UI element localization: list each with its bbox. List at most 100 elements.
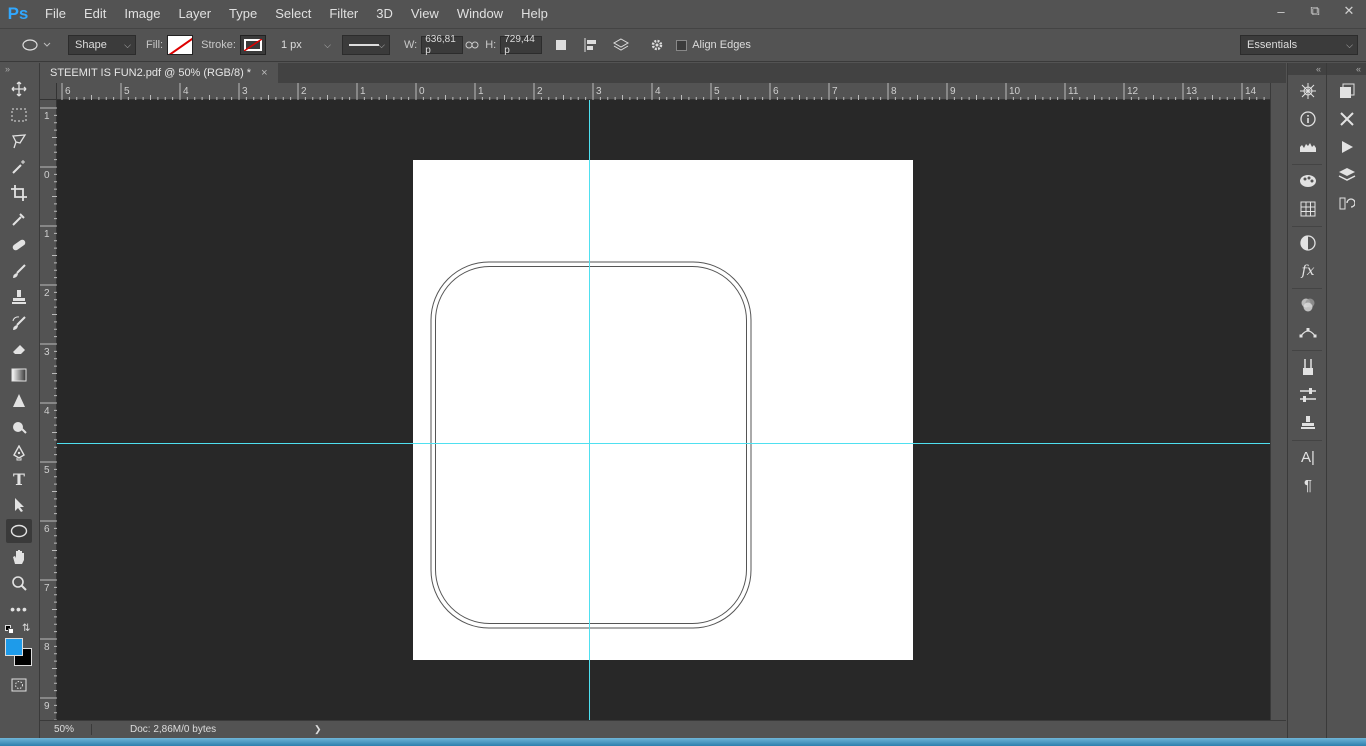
rounded-rectangle-shape[interactable] xyxy=(57,100,1270,720)
panel-collapse-icon[interactable]: « xyxy=(1288,63,1326,75)
stroke-type-select[interactable]: ⌵ xyxy=(341,35,390,55)
blur-tool[interactable] xyxy=(6,389,32,413)
align-edges-checkbox[interactable] xyxy=(676,39,688,51)
quick-mask-button[interactable] xyxy=(6,673,32,697)
menu-window[interactable]: Window xyxy=(448,0,512,28)
crop-tool[interactable] xyxy=(6,181,32,205)
menu-3d[interactable]: 3D xyxy=(367,0,402,28)
ruler-label: 1 xyxy=(44,111,50,122)
horizontal-guide[interactable] xyxy=(57,443,1270,444)
swatches-panel-button[interactable] xyxy=(1295,197,1321,221)
close-window-button[interactable]: ✕ xyxy=(1332,0,1366,22)
align-edges-option[interactable]: Align Edges xyxy=(676,39,751,51)
menu-select[interactable]: Select xyxy=(266,0,320,28)
styles-panel-button[interactable]: fx xyxy=(1295,259,1321,283)
clone-source-panel-button[interactable] xyxy=(1295,411,1321,435)
hand-tool[interactable] xyxy=(6,545,32,569)
history-panel-button[interactable] xyxy=(1334,191,1360,215)
brush-settings-panel-button[interactable] xyxy=(1295,383,1321,407)
panel-separator xyxy=(1292,345,1322,351)
link-dimensions-button[interactable] xyxy=(463,34,481,56)
channels-panel-button[interactable] xyxy=(1295,293,1321,317)
stroke-swatch[interactable] xyxy=(239,35,266,55)
ruler-label: 3 xyxy=(596,86,602,97)
move-tool[interactable] xyxy=(6,77,32,101)
character-panel-button[interactable]: A| xyxy=(1295,445,1321,469)
lasso-tool[interactable] xyxy=(6,129,32,153)
path-arrangement-button[interactable] xyxy=(610,34,632,56)
restore-button[interactable]: ⧉ xyxy=(1298,0,1332,22)
vertical-ruler[interactable]: 1 0 1 2 3 4 5 6 7 8 9 xyxy=(40,100,57,720)
document-tab[interactable]: STEEMIT IS FUN2.pdf @ 50% (RGB/8) * × xyxy=(40,63,278,83)
zoom-level-field[interactable]: 50% xyxy=(40,724,92,735)
type-tool[interactable]: T xyxy=(6,467,32,491)
swap-colors-icon[interactable]: ⇅ xyxy=(22,623,30,634)
brush-tool[interactable] xyxy=(6,259,32,283)
menu-type[interactable]: Type xyxy=(220,0,266,28)
menu-help[interactable]: Help xyxy=(512,0,557,28)
properties-panel-button[interactable] xyxy=(1334,107,1360,131)
dodge-tool[interactable] xyxy=(6,415,32,439)
menu-file[interactable]: File xyxy=(36,0,75,28)
paragraph-panel-button[interactable]: ¶ xyxy=(1295,473,1321,497)
horizontal-ruler[interactable]: 6 5 4 3 2 1 0 1 2 3 4 5 6 7 8 9 10 11 12 13 14 xyxy=(40,83,1270,100)
tool-mode-select[interactable]: Shape ⌵ xyxy=(68,35,136,55)
history-brush-tool[interactable] xyxy=(6,311,32,335)
eyedropper-tool[interactable] xyxy=(6,207,32,231)
edit-toolbar-button[interactable]: ••• xyxy=(6,597,32,621)
path-selection-tool[interactable] xyxy=(6,493,32,517)
adjustments-panel-button[interactable] xyxy=(1295,231,1321,255)
actions-panel-button[interactable] xyxy=(1334,135,1360,159)
height-input[interactable]: 729,44 p xyxy=(500,34,543,56)
vertical-guide[interactable] xyxy=(589,100,590,720)
libraries-icon xyxy=(1340,83,1355,98)
navigator-panel-button[interactable] xyxy=(1295,79,1321,103)
geometry-options-button[interactable] xyxy=(646,34,668,56)
tool-preset-picker[interactable] xyxy=(18,34,54,56)
info-panel-button[interactable] xyxy=(1295,107,1321,131)
ruler-label: 5 xyxy=(44,465,50,476)
foreground-color-swatch[interactable] xyxy=(5,638,23,656)
clone-stamp-tool[interactable] xyxy=(6,285,32,309)
ruler-label: 6 xyxy=(773,86,779,97)
vertical-scrollbar[interactable] xyxy=(1270,83,1286,720)
eraser-tool[interactable] xyxy=(6,337,32,361)
chevron-down-icon: ⌵ xyxy=(1346,40,1353,50)
close-icon[interactable]: × xyxy=(261,67,267,79)
histogram-panel-button[interactable] xyxy=(1295,135,1321,159)
pen-tool[interactable] xyxy=(6,441,32,465)
menu-image[interactable]: Image xyxy=(115,0,169,28)
paths-panel-button[interactable] xyxy=(1295,321,1321,345)
libraries-panel-button[interactable] xyxy=(1334,79,1360,103)
menu-layer[interactable]: Layer xyxy=(170,0,221,28)
zoom-tool[interactable] xyxy=(6,571,32,595)
path-operations-button[interactable] xyxy=(550,34,572,56)
fill-swatch[interactable] xyxy=(167,35,194,55)
ellipse-tool[interactable] xyxy=(6,519,32,543)
layers-panel-button[interactable] xyxy=(1334,163,1360,187)
tools-cross-icon xyxy=(1340,112,1354,126)
width-input[interactable]: 636,81 p xyxy=(421,34,464,56)
menu-filter[interactable]: Filter xyxy=(320,0,367,28)
sliders-icon xyxy=(1300,388,1316,402)
ruler-origin[interactable] xyxy=(40,83,57,100)
workspace-switcher[interactable]: Essentials ⌵ xyxy=(1240,35,1358,55)
panel-collapse-icon[interactable]: » xyxy=(0,63,39,75)
menu-view[interactable]: View xyxy=(402,0,448,28)
gradient-tool[interactable] xyxy=(6,363,32,387)
quick-select-tool[interactable] xyxy=(6,155,32,179)
window-controls: – ⧉ ✕ xyxy=(1264,0,1366,22)
stroke-width-field[interactable]: 1 px ⌵ xyxy=(273,35,336,55)
panel-collapse-icon[interactable]: « xyxy=(1327,63,1366,75)
status-menu-arrow-icon[interactable]: ❯ xyxy=(314,724,322,735)
color-panel-button[interactable] xyxy=(1295,169,1321,193)
path-alignment-button[interactable] xyxy=(580,34,602,56)
menu-edit[interactable]: Edit xyxy=(75,0,115,28)
default-colors-icon[interactable] xyxy=(5,625,14,634)
minimize-button[interactable]: – xyxy=(1264,0,1298,22)
healing-brush-tool[interactable] xyxy=(6,233,32,257)
marquee-tool[interactable] xyxy=(6,103,32,127)
brushes-panel-button[interactable] xyxy=(1295,355,1321,379)
canvas-area[interactable] xyxy=(57,100,1270,720)
options-bar: Shape ⌵ Fill: Stroke: 1 px ⌵ ⌵ W: 636,81… xyxy=(0,28,1366,62)
